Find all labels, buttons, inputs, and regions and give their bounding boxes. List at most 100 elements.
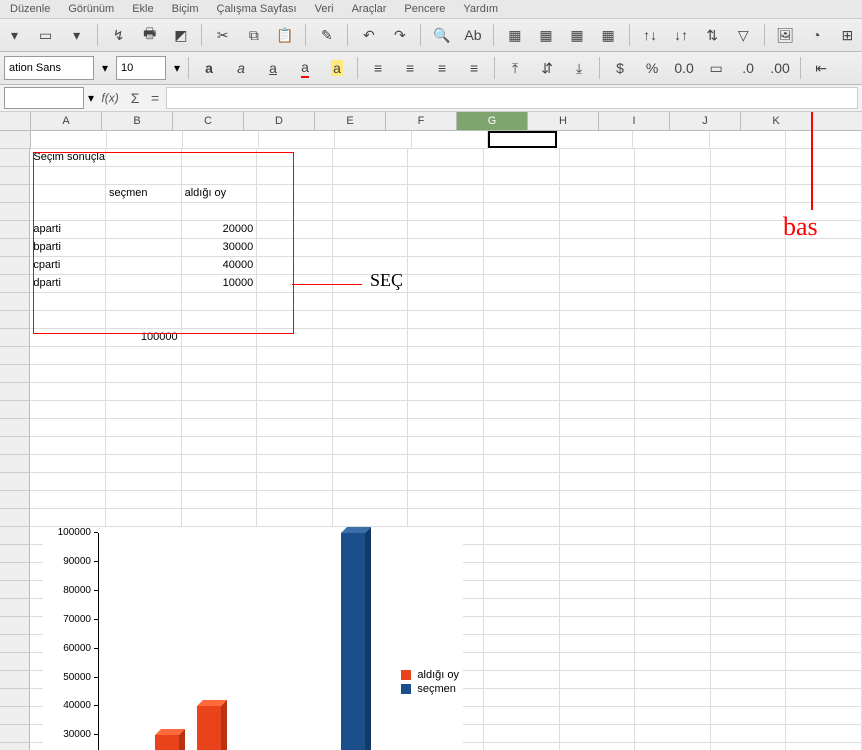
col-header-b[interactable]: B [102, 112, 173, 130]
cell[interactable] [711, 329, 787, 347]
cell[interactable] [560, 347, 636, 365]
cell[interactable] [635, 653, 711, 671]
cell[interactable] [408, 473, 484, 491]
cell[interactable] [786, 203, 862, 221]
cell[interactable] [106, 473, 182, 491]
cell[interactable] [182, 365, 258, 383]
cell[interactable] [560, 617, 636, 635]
cell[interactable] [30, 455, 106, 473]
cell[interactable] [635, 203, 711, 221]
cell[interactable] [711, 221, 787, 239]
cell[interactable] [484, 185, 560, 203]
cell[interactable] [786, 293, 862, 311]
cell[interactable] [484, 149, 560, 167]
cell[interactable] [786, 545, 862, 563]
cell[interactable]: aldığı oy [182, 185, 258, 203]
cell[interactable] [560, 491, 636, 509]
new-icon[interactable]: ▾ [4, 23, 25, 47]
cell[interactable] [408, 239, 484, 257]
cell[interactable] [106, 509, 182, 527]
cell[interactable] [560, 599, 636, 617]
cell[interactable] [257, 239, 333, 257]
cell[interactable] [333, 311, 409, 329]
cell[interactable] [560, 473, 636, 491]
cell[interactable] [257, 257, 333, 275]
cell[interactable] [31, 131, 107, 149]
cell[interactable] [711, 743, 787, 750]
cell[interactable] [484, 635, 560, 653]
cell[interactable] [106, 149, 182, 167]
cell[interactable] [711, 311, 787, 329]
cell[interactable] [786, 689, 862, 707]
formula-icon[interactable]: = [148, 90, 162, 106]
cell[interactable] [560, 563, 636, 581]
cell[interactable] [257, 221, 333, 239]
cell[interactable] [786, 383, 862, 401]
col-header-a[interactable]: A [31, 112, 102, 130]
col-header-j[interactable]: J [670, 112, 741, 130]
cell[interactable] [106, 221, 182, 239]
cell[interactable] [635, 419, 711, 437]
cell[interactable] [408, 347, 484, 365]
cell[interactable] [484, 707, 560, 725]
cell[interactable]: cparti [30, 257, 106, 275]
cell[interactable] [560, 689, 636, 707]
cell[interactable] [257, 491, 333, 509]
cell[interactable] [257, 455, 333, 473]
cell[interactable] [635, 455, 711, 473]
cell[interactable] [560, 365, 636, 383]
cell[interactable] [182, 401, 258, 419]
menu-tools[interactable]: Araçlar [352, 3, 387, 15]
cell[interactable] [182, 437, 258, 455]
currency-icon[interactable]: $ [608, 56, 632, 80]
cell[interactable] [560, 455, 636, 473]
cell[interactable] [333, 473, 409, 491]
cell[interactable] [560, 527, 636, 545]
cell[interactable] [408, 221, 484, 239]
cell[interactable] [257, 401, 333, 419]
italic-icon[interactable]: a [229, 56, 253, 80]
cell[interactable] [182, 491, 258, 509]
cell[interactable] [711, 383, 787, 401]
cell[interactable] [106, 257, 182, 275]
cell[interactable] [635, 725, 711, 743]
cell[interactable] [635, 563, 711, 581]
indent-dec-icon[interactable]: ⇤ [809, 56, 833, 80]
cell[interactable] [333, 149, 409, 167]
cell[interactable] [408, 185, 484, 203]
cell[interactable] [560, 239, 636, 257]
cell[interactable]: aparti [30, 221, 106, 239]
number-icon[interactable]: 0.0 [672, 56, 696, 80]
cell[interactable] [257, 365, 333, 383]
cut-icon[interactable]: ✂ [212, 23, 233, 47]
cell[interactable] [786, 635, 862, 653]
cell[interactable] [786, 365, 862, 383]
cell[interactable] [412, 131, 488, 149]
copy-icon[interactable]: ⧉ [243, 23, 264, 47]
cell[interactable] [30, 401, 106, 419]
cell[interactable] [560, 437, 636, 455]
cell[interactable] [484, 725, 560, 743]
cell[interactable] [335, 131, 411, 149]
menu-insert[interactable]: Ekle [132, 3, 153, 15]
cell[interactable] [484, 491, 560, 509]
col-header-d[interactable]: D [244, 112, 315, 130]
pivot-icon[interactable]: ⊞ [837, 23, 858, 47]
cell[interactable] [560, 275, 636, 293]
cell[interactable] [786, 149, 862, 167]
cell[interactable] [560, 185, 636, 203]
cell[interactable] [333, 509, 409, 527]
cell[interactable] [30, 329, 106, 347]
cell[interactable] [30, 311, 106, 329]
cell[interactable] [408, 437, 484, 455]
cell[interactable] [635, 671, 711, 689]
cell[interactable] [635, 473, 711, 491]
cell[interactable] [408, 383, 484, 401]
cell[interactable] [786, 221, 862, 239]
cell[interactable] [408, 329, 484, 347]
dec-inc-icon[interactable]: .0 [736, 56, 760, 80]
sum-icon[interactable]: Σ [126, 90, 144, 106]
cell[interactable] [711, 617, 787, 635]
image-icon[interactable]: 🖼 [775, 23, 796, 47]
cell[interactable] [333, 347, 409, 365]
